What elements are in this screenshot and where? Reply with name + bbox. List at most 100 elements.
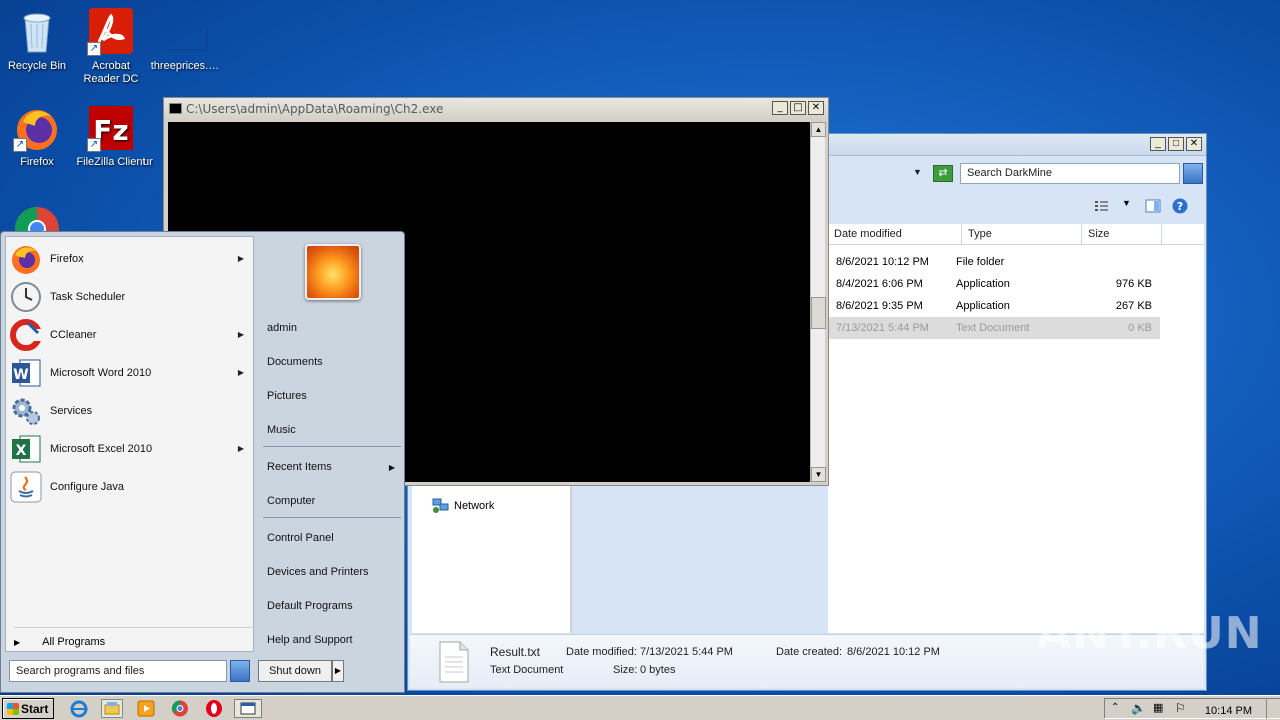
search-input[interactable]: Search DarkMine — [960, 163, 1180, 184]
menu-item-control-panel[interactable]: Control Panel — [261, 526, 401, 552]
menu-item-documents[interactable]: Documents — [261, 350, 401, 376]
separator — [14, 627, 254, 628]
program-configure-java[interactable]: Configure Java — [10, 469, 252, 505]
desktop-icon-threeprices[interactable]: threeprices.… — [148, 8, 222, 73]
view-dropdown-icon[interactable]: ▼ — [1122, 198, 1138, 214]
windows-logo-icon — [7, 703, 19, 715]
show-desktop-button[interactable] — [1266, 698, 1280, 719]
separator — [263, 517, 401, 518]
start-menu: Firefox ▶ Task Scheduler CCleaner ▶ W Mi… — [0, 231, 405, 693]
column-type[interactable]: Type — [962, 224, 1082, 244]
file-list: 8/6/2021 10:12 PM File folder 8/4/2021 6… — [828, 245, 1204, 633]
minimize-button[interactable]: _ — [772, 101, 788, 115]
chrome-desktop-icon[interactable] — [14, 206, 60, 232]
console-title-text: C:\Users\admin\AppData\Roaming\Ch2.exe — [186, 102, 444, 116]
shutdown-button[interactable]: Shut down — [258, 660, 332, 682]
menu-item-help-support[interactable]: Help and Support — [261, 628, 401, 654]
svg-text:?: ? — [1177, 200, 1183, 213]
details-file-type: Text Document — [490, 664, 564, 676]
nav-item-network[interactable]: Network — [432, 498, 494, 514]
column-date-modified[interactable]: Date modified — [828, 224, 962, 244]
start-search-input[interactable]: Search programs and files — [9, 660, 227, 682]
document-icon — [161, 8, 209, 56]
program-word[interactable]: W Microsoft Word 2010 ▶ — [10, 355, 252, 391]
column-size[interactable]: Size — [1082, 224, 1162, 244]
minimize-button[interactable]: _ — [1150, 137, 1166, 151]
preview-pane-icon[interactable] — [1145, 198, 1161, 214]
desktop-icon-partial[interactable]: ur — [143, 104, 163, 169]
taskbar-console-icon[interactable] — [234, 699, 262, 718]
details-created-label: Date created: — [776, 646, 843, 658]
search-icon[interactable] — [230, 660, 250, 682]
volume-icon[interactable]: 🔈 — [1131, 701, 1146, 715]
scroll-up-icon[interactable]: ▲ — [811, 122, 826, 137]
desktop-icon-acrobat[interactable]: ↗ Acrobat Reader DC — [74, 8, 148, 86]
details-size-value: 0 bytes — [640, 664, 676, 676]
menu-item-admin[interactable]: admin — [261, 316, 401, 342]
menu-item-recent-items[interactable]: Recent Items ▶ — [261, 455, 401, 481]
text-file-icon — [438, 641, 470, 683]
taskbar-ie-icon[interactable] — [68, 699, 90, 718]
details-modified-value: 7/13/2021 5:44 PM — [640, 646, 733, 658]
taskbar-opera-icon[interactable] — [203, 699, 225, 718]
desktop-icon-label: FileZilla Client — [76, 156, 146, 168]
help-icon[interactable]: ? — [1172, 198, 1188, 214]
menu-item-music[interactable]: Music — [261, 418, 401, 444]
start-button[interactable]: Start — [2, 698, 54, 719]
shutdown-options-icon[interactable]: ▶ — [332, 660, 344, 682]
maximize-button[interactable]: □ — [790, 101, 806, 115]
scroll-thumb[interactable] — [811, 297, 826, 329]
shortcut-icon — [143, 104, 163, 152]
view-options-icon[interactable] — [1094, 198, 1110, 214]
network-icon — [432, 498, 449, 513]
shortcut-arrow-icon: ↗ — [87, 42, 101, 56]
file-row[interactable]: 8/6/2021 10:12 PM File folder — [828, 251, 1160, 273]
close-button[interactable]: ✕ — [808, 101, 824, 115]
file-row-selected[interactable]: 7/13/2021 5:44 PM Text Document 0 KB — [828, 317, 1160, 339]
desktop-icon-recycle-bin[interactable]: Recycle Bin — [0, 8, 74, 73]
maximize-button[interactable]: □ — [1168, 137, 1184, 151]
menu-item-computer[interactable]: Computer — [261, 489, 401, 515]
filezilla-icon: Fz ↗ — [87, 104, 135, 152]
submenu-arrow-icon: ▶ — [237, 254, 244, 263]
file-row[interactable]: 8/4/2021 6:06 PM Application 976 KB — [828, 273, 1160, 295]
console-titlebar[interactable]: C:\Users\admin\AppData\Roaming\Ch2.exe _… — [164, 98, 828, 120]
taskbar-media-player-icon[interactable] — [135, 699, 157, 718]
menu-item-pictures[interactable]: Pictures — [261, 384, 401, 410]
desktop-icon-firefox[interactable]: ↗ Firefox — [0, 104, 74, 169]
system-tray: ⌃ 🔈 ▦ ⚐ 10:14 PM — [1104, 698, 1280, 719]
desktop-icon-label: Acrobat Reader DC — [83, 60, 139, 85]
refresh-icon[interactable]: ⇄ — [933, 165, 953, 182]
network-tray-icon[interactable]: ▦ — [1153, 701, 1163, 714]
search-icon[interactable] — [1183, 163, 1203, 184]
navigation-pane: Network — [412, 484, 572, 633]
scroll-down-icon[interactable]: ▼ — [811, 467, 826, 482]
show-hidden-icons-icon[interactable]: ⌃ — [1111, 702, 1119, 713]
start-menu-places: admin Documents Pictures Music Recent It… — [257, 236, 403, 652]
clock-icon — [10, 281, 42, 313]
user-avatar[interactable] — [305, 244, 361, 300]
program-task-scheduler[interactable]: Task Scheduler — [10, 279, 252, 315]
acrobat-icon: ↗ — [87, 8, 135, 56]
all-programs-arrow-icon: ▶ — [14, 637, 21, 647]
submenu-arrow-icon: ▶ — [237, 330, 244, 339]
console-scrollbar[interactable]: ▲ ▼ — [810, 122, 826, 482]
taskbar-chrome-icon[interactable] — [169, 699, 191, 718]
address-dropdown-icon[interactable]: ▼ — [913, 167, 922, 177]
desktop-icon-label: Firefox — [20, 156, 54, 168]
start-menu-programs: Firefox ▶ Task Scheduler CCleaner ▶ W Mi… — [5, 236, 254, 652]
desktop-icon-filezilla[interactable]: Fz ↗ FileZilla Client — [74, 104, 148, 169]
program-firefox[interactable]: Firefox ▶ — [10, 241, 252, 277]
close-button[interactable]: ✕ — [1186, 137, 1202, 151]
menu-item-devices-printers[interactable]: Devices and Printers — [261, 560, 401, 586]
file-row[interactable]: 8/6/2021 9:35 PM Application 267 KB — [828, 295, 1160, 317]
menu-item-default-programs[interactable]: Default Programs — [261, 594, 401, 620]
program-ccleaner[interactable]: CCleaner ▶ — [10, 317, 252, 353]
program-services[interactable]: Services — [10, 393, 252, 429]
taskbar-explorer-icon[interactable] — [101, 699, 123, 718]
action-center-flag-icon[interactable]: ⚐ — [1175, 701, 1186, 715]
clock[interactable]: 10:14 PM — [1205, 705, 1252, 717]
all-programs-button[interactable]: ▶ All Programs — [14, 633, 250, 651]
program-excel[interactable]: X Microsoft Excel 2010 ▶ — [10, 431, 252, 467]
submenu-arrow-icon: ▶ — [237, 444, 244, 453]
